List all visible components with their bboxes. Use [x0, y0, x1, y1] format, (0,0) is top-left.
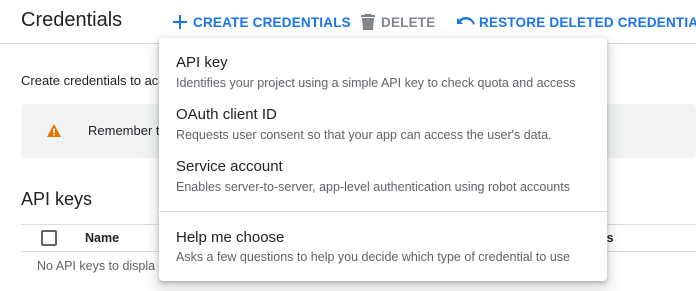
- undo-icon: [457, 13, 475, 31]
- plus-icon: [171, 13, 189, 31]
- menu-item-help-me-choose[interactable]: Help me choose Asks a few questions to h…: [159, 219, 607, 271]
- menu-item-oauth-client-id[interactable]: OAuth client ID Requests user consent so…: [159, 90, 607, 142]
- menu-item-description: Requests user consent so that your app c…: [176, 128, 552, 142]
- trash-icon: [359, 13, 377, 31]
- menu-divider: [159, 211, 607, 212]
- menu-item-description: Enables server-to-server, app-level auth…: [176, 180, 570, 194]
- restore-label: RESTORE DELETED CREDENTIALS: [479, 14, 696, 30]
- menu-item-description: Identifies your project using a simple A…: [176, 76, 576, 90]
- restore-deleted-credentials-button[interactable]: RESTORE DELETED CREDENTIALS: [457, 12, 696, 32]
- create-credentials-button[interactable]: CREATE CREDENTIALS: [171, 12, 351, 32]
- delete-label: DELETE: [381, 14, 436, 30]
- section-title: API keys: [21, 189, 93, 209]
- page-title: Credentials: [21, 9, 123, 31]
- menu-item-label: Service account: [176, 158, 283, 175]
- notice-text: Remember t: [88, 123, 160, 138]
- create-credentials-label: CREATE CREDENTIALS: [193, 14, 351, 30]
- menu-item-label: API key: [176, 54, 228, 71]
- intro-text: Create credentials to acc: [21, 73, 165, 88]
- empty-table-message: No API keys to displa: [37, 259, 156, 273]
- delete-button[interactable]: DELETE: [359, 12, 435, 32]
- menu-item-description: Asks a few questions to help you decide …: [176, 250, 570, 264]
- menu-item-service-account[interactable]: Service account Enables server-to-server…: [159, 142, 607, 194]
- create-credentials-menu: API key Identifies your project using a …: [159, 38, 607, 281]
- menu-item-label: Help me choose: [176, 229, 285, 246]
- warning-icon: [46, 123, 62, 139]
- menu-item-label: OAuth client ID: [176, 106, 277, 123]
- select-all-checkbox[interactable]: [41, 230, 57, 246]
- menu-item-api-key[interactable]: API key Identifies your project using a …: [159, 38, 607, 90]
- column-header-name[interactable]: Name: [85, 231, 119, 245]
